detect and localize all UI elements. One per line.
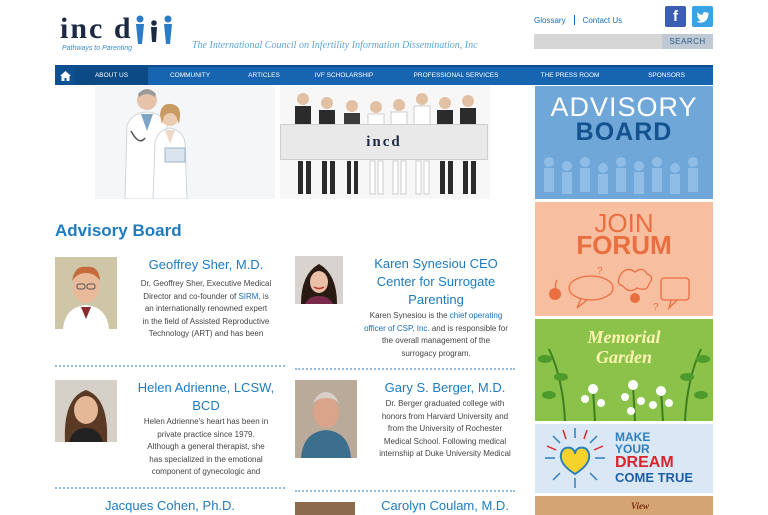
group-banner-image: incd <box>280 86 490 199</box>
member-name[interactable]: Jacques Cohen, Ph.D. <box>85 497 255 515</box>
glossary-link[interactable]: Glossary <box>534 16 566 25</box>
divider <box>55 487 285 489</box>
search-input[interactable] <box>534 34 662 49</box>
doctors-banner-image <box>95 86 275 199</box>
member-photo[interactable] <box>55 380 117 452</box>
member-name[interactable]: Helen Adrienne, LCSW, BCD <box>127 379 285 415</box>
main-nav: ABOUT US COMMUNITY ARTICLES IVF SCHOLARS… <box>55 65 713 85</box>
search-bar: SEARCH <box>534 34 713 49</box>
incd-board-sign: incd <box>280 124 488 160</box>
nav-community[interactable]: COMMUNITY <box>148 67 232 85</box>
memorial-promo-line2: Garden <box>595 347 652 367</box>
link-divider <box>573 15 575 25</box>
view-promo[interactable]: View <box>535 496 713 515</box>
join-forum-promo[interactable]: ? ? JOIN FORUM <box>535 202 713 316</box>
member-name[interactable]: Carolyn Coulam, M.D. <box>365 497 525 515</box>
divider <box>295 368 515 370</box>
member-card-karen-synesiou: Karen Synesiou CEO Center for Surrogate … <box>295 256 525 366</box>
member-description: Dr. Berger graduated college with honors… <box>379 399 511 459</box>
member-name[interactable]: Karen Synesiou CEO Center for Surrogate … <box>347 255 525 309</box>
dream-promo-line4: COME TRUE <box>615 470 693 485</box>
home-icon[interactable] <box>55 67 75 85</box>
contact-us-link[interactable]: Contact Us <box>583 16 623 25</box>
twitter-icon[interactable] <box>692 6 713 27</box>
member-photo[interactable] <box>55 257 117 329</box>
logo-text: inc d <box>60 12 133 45</box>
svg-text:?: ? <box>653 302 659 313</box>
memorial-promo-line1: Memorial <box>587 327 661 347</box>
council-name: The International Council on Infertility… <box>192 40 478 51</box>
page-title: Advisory Board <box>55 221 182 240</box>
svg-text:?: ? <box>597 266 603 277</box>
member-card-helen-adrienne: Helen Adrienne, LCSW, BCD Helen Adrienne… <box>55 380 285 480</box>
logo-tagline: Pathways to Parenting <box>62 45 133 52</box>
member-card-geoffrey-sher: Geoffrey Sher, M.D. Dr. Geoffrey Sher, E… <box>55 257 285 367</box>
member-photo[interactable] <box>295 256 343 304</box>
member-card-jacques-cohen: Jacques Cohen, Ph.D. <box>55 497 285 515</box>
join-promo-line2: FORUM <box>576 230 672 260</box>
nav-press-room[interactable]: THE PRESS ROOM <box>520 67 620 85</box>
member-description: Karen Synesiou is the chief operating of… <box>364 311 508 358</box>
make-your-dream-promo[interactable]: MAKE YOUR DREAM COME TRUE <box>535 424 713 493</box>
member-photo[interactable] <box>295 380 357 458</box>
chief-operating-link[interactable]: chief operating <box>450 311 502 320</box>
divider <box>55 365 285 367</box>
member-name[interactable]: Gary S. Berger, M.D. <box>365 379 525 397</box>
member-card-carolyn-coulam: Carolyn Coulam, M.D. <box>295 497 525 515</box>
nav-ivf-scholarship[interactable]: IVF SCHOLARSHIP <box>296 67 392 85</box>
top-links: Glossary Contact Us <box>534 15 622 25</box>
nav-professional-services[interactable]: PROFESSIONAL SERVICES <box>392 67 520 85</box>
nav-sponsors[interactable]: SPONSORS <box>620 67 713 85</box>
nav-articles[interactable]: ARTICLES <box>232 67 296 85</box>
incd-logo[interactable]: inc d Pathways to Parenting <box>60 12 190 52</box>
view-promo-text: View <box>631 501 650 511</box>
search-button[interactable]: SEARCH <box>662 34 713 49</box>
facebook-icon[interactable]: f <box>665 6 686 27</box>
advisory-promo-line2: BOARD <box>575 118 673 146</box>
sirm-link[interactable]: SIRM <box>238 292 258 301</box>
logo-figures-icon <box>136 15 172 44</box>
advisory-board-promo[interactable]: ADVISORY BOARD <box>535 86 713 199</box>
member-name[interactable]: Geoffrey Sher, M.D. <box>127 256 285 274</box>
member-description: Dr. Geoffrey Sher, Executive Medical Dir… <box>140 279 272 339</box>
member-card-gary-berger: Gary S. Berger, M.D. Dr. Berger graduate… <box>295 380 525 480</box>
memorial-garden-promo[interactable]: Memorial Garden <box>535 319 713 421</box>
nav-about-us[interactable]: ABOUT US <box>75 67 148 85</box>
member-photo[interactable] <box>295 502 355 515</box>
heart-sun-icon <box>545 428 605 488</box>
member-description: Helen Adrienne's heart has been in priva… <box>143 417 269 477</box>
divider <box>295 490 515 492</box>
csp-link[interactable]: officer of CSP, Inc. <box>364 324 430 333</box>
